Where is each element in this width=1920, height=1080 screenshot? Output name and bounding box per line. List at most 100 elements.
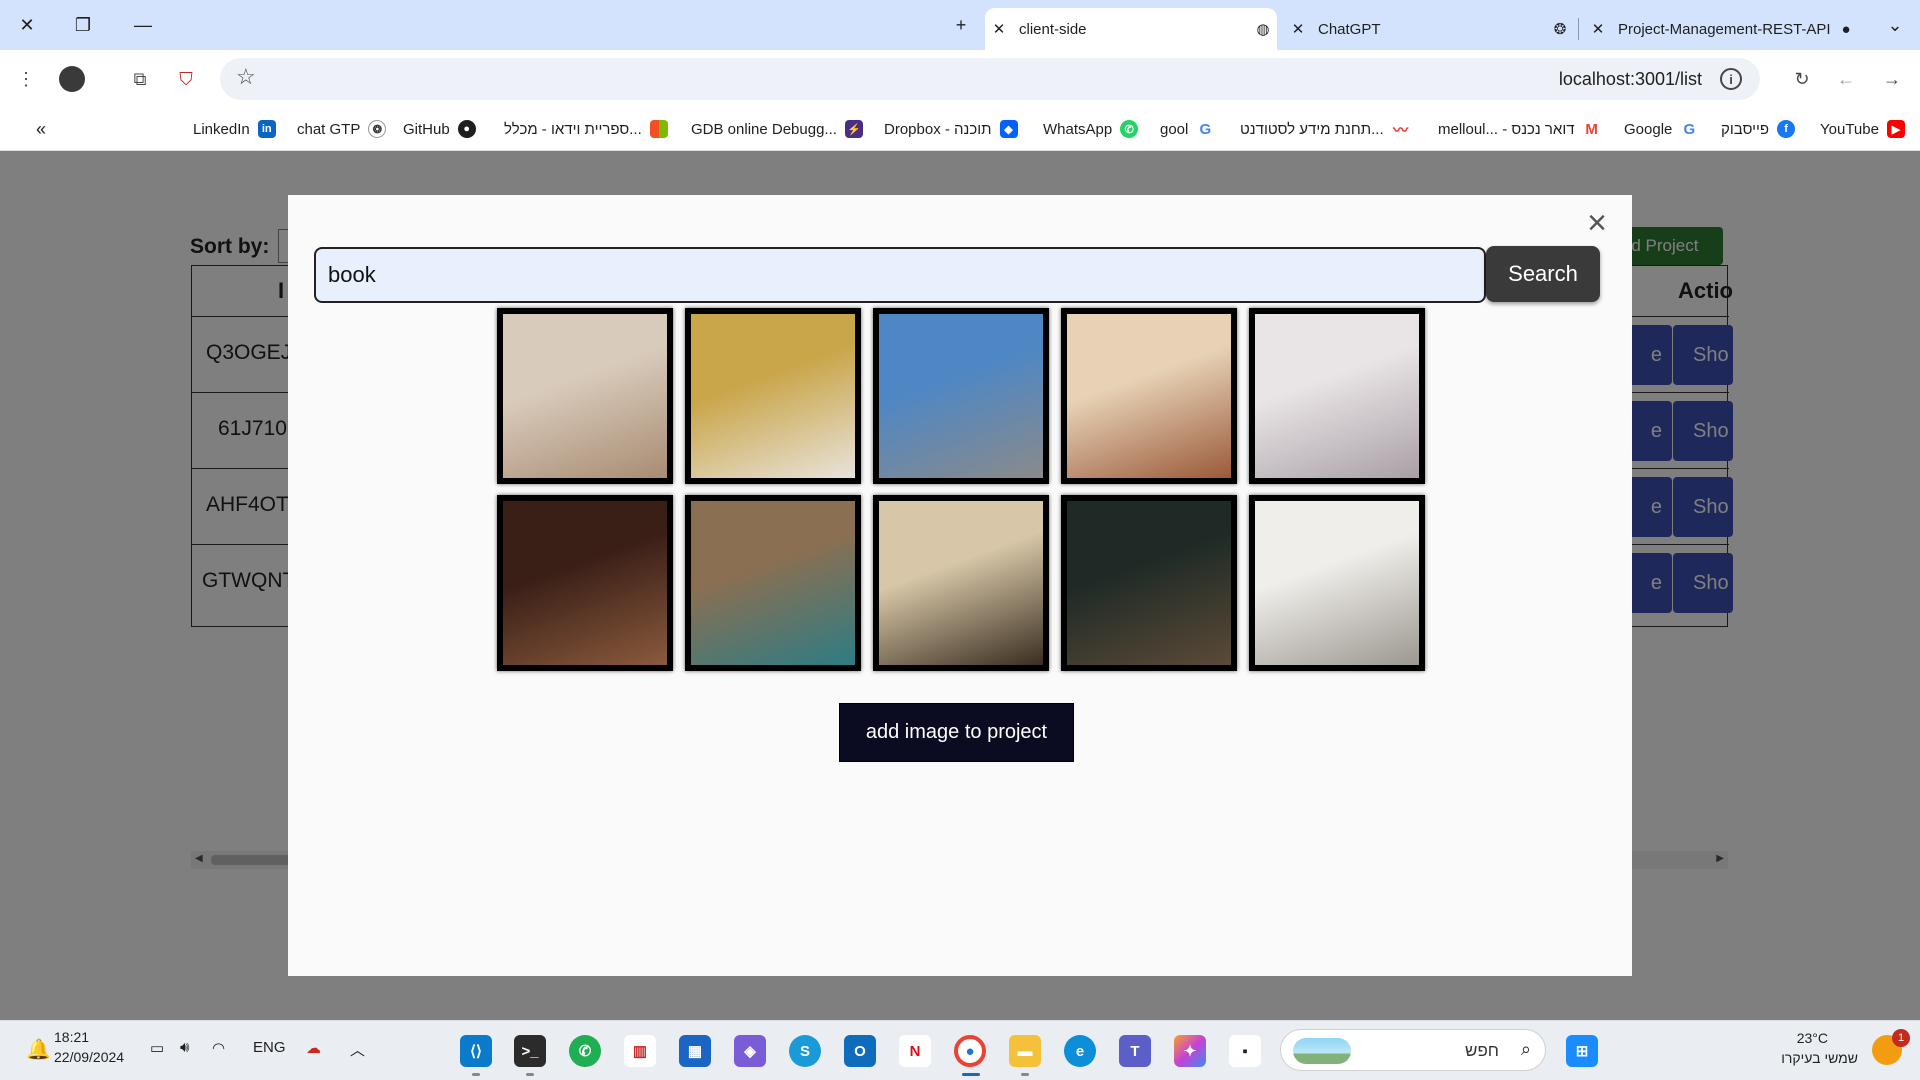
colorful-book-stack-image [879, 314, 1043, 478]
image-result-tile[interactable] [685, 495, 861, 671]
image-result-tile[interactable] [685, 308, 861, 484]
reload-icon[interactable]: ↻ [1786, 63, 1818, 95]
bookmark-youtube[interactable]: YouTube ▶ [1820, 117, 1905, 141]
image-result-tile[interactable] [1061, 495, 1237, 671]
bookmark-linkedin[interactable]: LinkedIn in [193, 117, 276, 141]
whatsapp-icon[interactable]: ✆ [569, 1035, 601, 1067]
edge-icon[interactable]: e [1064, 1035, 1096, 1067]
bookmark-video-library[interactable]: ספריית וידאו - מכלל... [504, 117, 668, 141]
search-highlight-image [1293, 1038, 1351, 1064]
forward-icon[interactable]: ← [1830, 63, 1862, 95]
new-tab-icon[interactable]: + [946, 10, 976, 40]
restore-window-icon[interactable]: ❐ [68, 10, 98, 40]
image-result-tile[interactable] [873, 495, 1049, 671]
language-indicator[interactable]: ENG [253, 1039, 286, 1056]
chrome-icon[interactable]: ● [954, 1035, 986, 1067]
image-result-tile[interactable] [1061, 308, 1237, 484]
file-explorer-icon[interactable]: ▬ [1009, 1035, 1041, 1067]
vscode-icon[interactable]: ⟨⟩ [460, 1035, 492, 1067]
teams-icon[interactable]: T [1119, 1035, 1151, 1067]
minimize-window-icon[interactable]: — [128, 10, 158, 40]
bookmark-whatsapp[interactable]: WhatsApp ✆ [1043, 117, 1139, 141]
library-ladder-image [1067, 501, 1231, 665]
search-button[interactable]: Search [1486, 246, 1600, 302]
image-result-tile[interactable] [1249, 495, 1425, 671]
menu-dots-icon[interactable]: ⋮ [10, 63, 42, 95]
browser-tab-bar: ✕ ❐ — + ✕ client-side ◍ ✕ ChatGPT ❂ ✕ Pr… [0, 0, 1920, 50]
skype-icon[interactable]: S [789, 1035, 821, 1067]
clock-time[interactable]: 18:21 [54, 1029, 89, 1045]
close-window-icon[interactable]: ✕ [12, 10, 42, 40]
bookmark-label: YouTube [1820, 120, 1879, 138]
notification-bell-icon[interactable]: 🔔 [26, 1037, 51, 1062]
extensions-icon[interactable]: ⧉ [124, 63, 156, 95]
browser-toolbar: ⋮ ⧉ ⛉ ☆ localhost:3001/list i ↻ ← → [0, 50, 1920, 107]
tab-search-chevron-icon[interactable]: ⌄ [1880, 10, 1910, 40]
image-search-input[interactable] [314, 247, 1486, 303]
add-image-to-project-button[interactable]: add image to project [839, 703, 1074, 762]
bookmark-gdb-online[interactable]: GDB online Debugg... ⚡ [691, 117, 863, 141]
tab-separator [1578, 18, 1579, 40]
bookmark-github[interactable]: GitHub ● [403, 117, 476, 141]
back-icon[interactable]: → [1876, 63, 1908, 95]
close-tab-icon[interactable]: ✕ [1584, 20, 1612, 38]
close-tab-icon[interactable]: ✕ [1284, 20, 1312, 38]
tab-project-management[interactable]: ✕ Project-Management-REST-API ● [1584, 8, 1860, 50]
collapse-bookmarks-icon[interactable]: « [36, 117, 46, 141]
taskbar-search-box[interactable]: חפש ⌕ [1280, 1029, 1546, 1071]
active-indicator [962, 1073, 980, 1076]
copilot-icon[interactable]: ✦ [1174, 1035, 1206, 1067]
site-info-icon[interactable]: i [1720, 68, 1742, 90]
netflix-icon[interactable]: N [899, 1035, 931, 1067]
clock-date[interactable]: 22/09/2024 [54, 1049, 124, 1065]
running-indicator [472, 1073, 480, 1076]
google-icon: G [1680, 120, 1699, 138]
copilot-app-icon[interactable]: ◈ [734, 1035, 766, 1067]
image-result-tile[interactable] [497, 495, 673, 671]
bookmark-chat-gtp[interactable]: chat GTP ❂ [297, 117, 387, 141]
tab-chatgpt[interactable]: ✕ ChatGPT ❂ [1284, 8, 1574, 50]
volume-icon[interactable]: 🔊︎ [180, 1039, 189, 1056]
weather-temperature[interactable]: 23°C [1797, 1030, 1828, 1046]
bookmark-student-info[interactable]: תחנת מידע לסטודנט... 〰 [1240, 117, 1410, 141]
popcorn-icon[interactable]: ▥ [624, 1035, 656, 1067]
bookmark-google[interactable]: Google G [1624, 117, 1699, 141]
whatsapp-icon: ✆ [1120, 120, 1139, 138]
outlook-icon[interactable]: O [844, 1035, 876, 1067]
notification-badge: 1 [1892, 1029, 1910, 1047]
battery-icon[interactable]: ▭ [150, 1039, 164, 1057]
bookmark-gool[interactable]: gool G [1160, 117, 1215, 141]
address-bar[interactable]: ☆ localhost:3001/list i [220, 58, 1760, 100]
open-book-pages-image [1255, 501, 1419, 665]
chevron-up-icon[interactable]: ︿ [350, 1039, 365, 1060]
tab-client-side[interactable]: ✕ client-side ◍ [985, 8, 1277, 50]
close-icon[interactable]: × [1580, 206, 1614, 241]
terminal-icon[interactable]: >_ [514, 1035, 546, 1067]
pocket-icon[interactable]: ⛉ [170, 63, 202, 95]
bookmark-label: melloul... - דואר נכנס [1438, 120, 1575, 138]
bookmark-facebook[interactable]: פייסבוק f [1721, 117, 1796, 141]
onedrive-error-icon[interactable]: ☁ [306, 1039, 321, 1057]
weather-description[interactable]: שמשי בעיקרו [1781, 1050, 1858, 1066]
app-window-icon[interactable]: ▪ [1229, 1035, 1261, 1067]
wifi-icon[interactable]: ◠ [212, 1039, 225, 1057]
profile-avatar-icon[interactable] [56, 63, 88, 95]
bookshelf-door-image [691, 501, 855, 665]
store-icon[interactable]: ▦ [679, 1035, 711, 1067]
microsoft-icon [649, 120, 668, 138]
running-indicator [526, 1073, 534, 1076]
bookmark-label: Google [1624, 120, 1673, 138]
image-result-tile[interactable] [497, 308, 673, 484]
bookmark-dropbox[interactable]: Dropbox - תוכנה ◆ [884, 117, 1018, 141]
openai-icon: ❂ [368, 120, 387, 138]
image-result-tile[interactable] [873, 308, 1049, 484]
bookmark-star-icon[interactable]: ☆ [236, 64, 256, 90]
close-tab-icon[interactable]: ✕ [985, 20, 1013, 38]
open-books-pages-image [503, 314, 667, 478]
image-result-tile[interactable] [1249, 308, 1425, 484]
start-windows-icon[interactable]: ⊞ [1566, 1035, 1598, 1067]
gmail-icon: M [1582, 120, 1601, 138]
bookmark-gmail[interactable]: melloul... - דואר נכנס M [1438, 117, 1601, 141]
url-text[interactable]: localhost:3001/list [1559, 69, 1702, 90]
bookmarks-bar: « LinkedIn in chat GTP ❂ GitHub ● ספריית וי… [0, 107, 1920, 151]
